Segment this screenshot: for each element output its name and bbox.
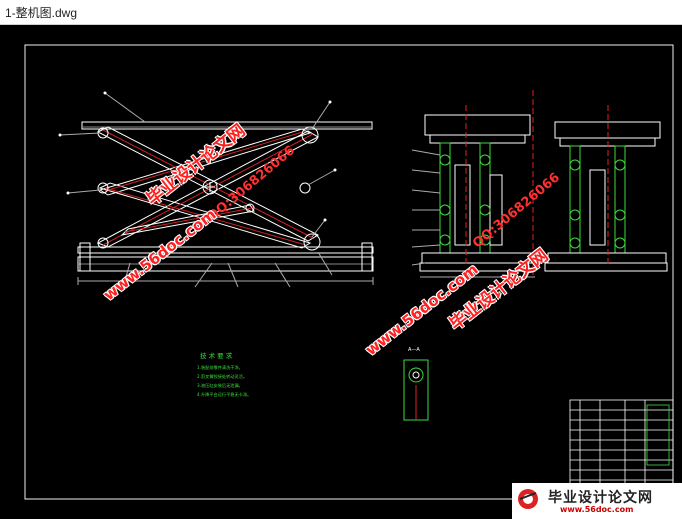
cad-drawing-canvas[interactable]: A—A 技 术 要 求 1.装配前零件清洗干净。 2.剪叉臂铰接处转动灵活。 3…: [0, 25, 682, 519]
section-label: A—A: [408, 347, 420, 353]
note-1: 1.装配前零件清洗干净。: [197, 364, 243, 371]
note-3: 3.液压缸安装后无泄漏。: [197, 382, 243, 389]
brand-name: 毕业设计论文网: [548, 490, 653, 506]
window-title: 1-整机图.dwg: [5, 6, 78, 20]
brand-url: www.56doc.com: [560, 505, 634, 514]
technical-notes: 技 术 要 求 1.装配前零件清洗干净。 2.剪叉臂铰接处转动灵活。 3.液压缸…: [197, 351, 251, 398]
note-2: 2.剪叉臂铰接处转动灵活。: [197, 373, 247, 380]
section-detail: [403, 359, 429, 421]
scissor-lift-side-view: [59, 92, 374, 288]
note-4: 4.升降平台运行平稳无卡滞。: [197, 391, 251, 398]
brand-logo-icon: [518, 489, 538, 509]
notes-title: 技 术 要 求: [200, 351, 233, 360]
cad-drawing: A—A 技 术 要 求 1.装配前零件清洗干净。 2.剪叉臂铰接处转动灵活。 3…: [24, 44, 674, 500]
title-bar: 1-整机图.dwg: [0, 0, 682, 25]
